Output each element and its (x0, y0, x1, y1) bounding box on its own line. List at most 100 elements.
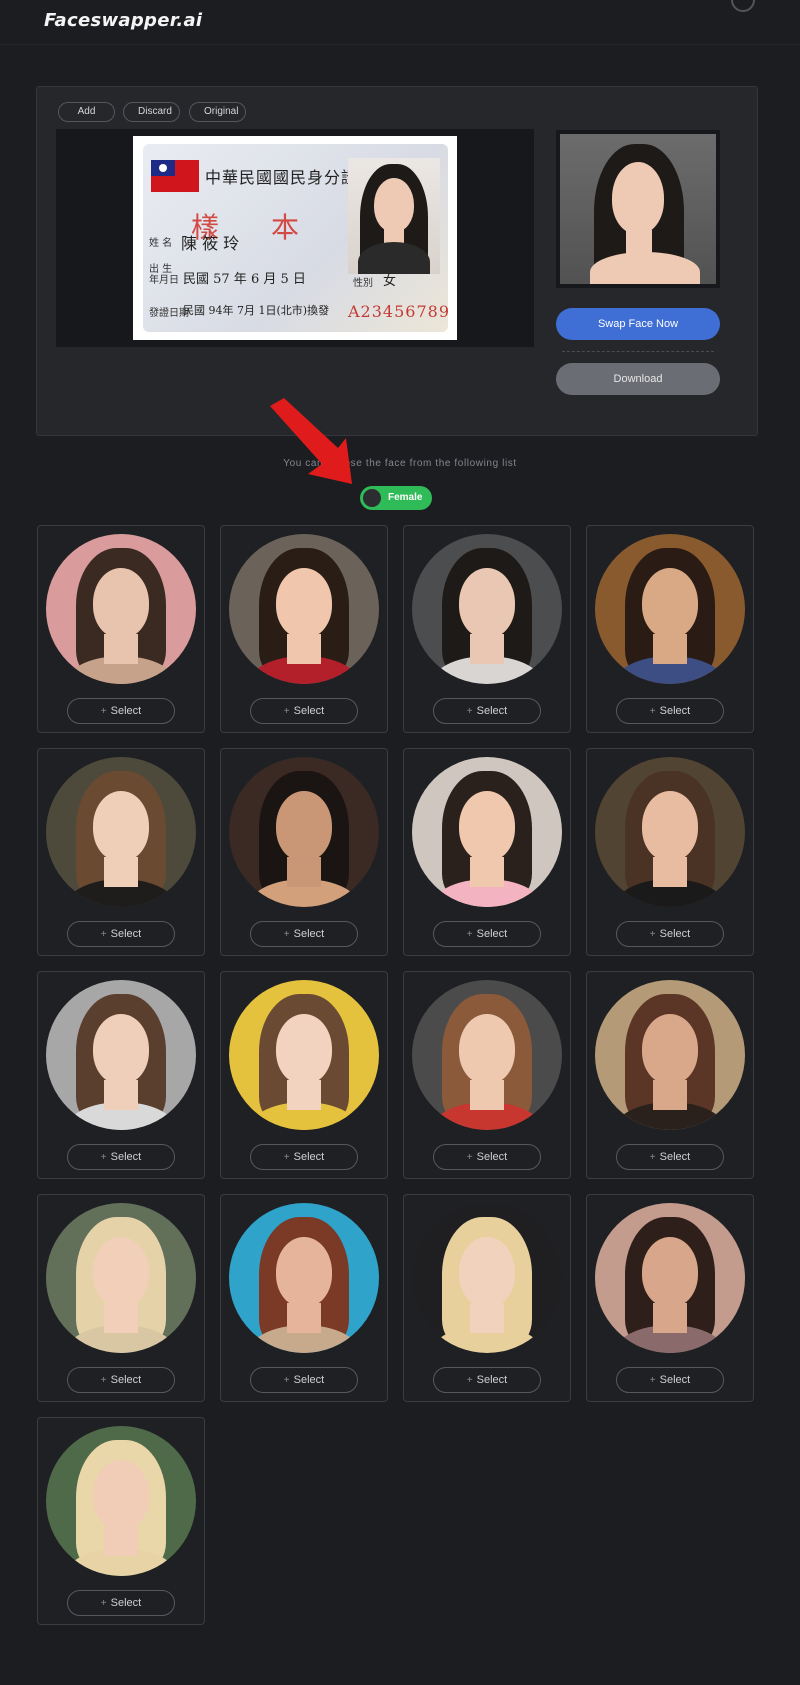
face-card: + Select (37, 525, 205, 733)
face-avatar[interactable] (46, 534, 196, 684)
plus-icon: + (649, 929, 656, 940)
site-logo[interactable]: Faceswapper.ai (44, 10, 202, 31)
select-face-button[interactable]: + Select (433, 698, 541, 724)
discard-button[interactable]: Discard (123, 102, 180, 122)
select-face-button[interactable]: + Select (67, 1144, 175, 1170)
face-avatar[interactable] (412, 757, 562, 907)
gender-toggle-label: Female (388, 492, 423, 503)
face-avatar[interactable] (46, 757, 196, 907)
face-avatar[interactable] (595, 534, 745, 684)
face-avatar[interactable] (229, 980, 379, 1130)
avatar-neck (104, 1526, 138, 1556)
issue-value: 民國 94年 7月 1日(北市)換發 (183, 304, 330, 317)
plus-icon: + (466, 1375, 473, 1386)
select-label: Select (110, 928, 142, 940)
select-face-button[interactable]: + Select (433, 1367, 541, 1393)
select-face-button[interactable]: + Select (433, 1144, 541, 1170)
avatar-face (459, 1014, 515, 1084)
avatar-neck (470, 634, 504, 664)
select-label: Select (659, 1151, 691, 1163)
avatar-face (93, 568, 149, 638)
select-face-button[interactable]: + Select (67, 1590, 175, 1616)
avatar-face (276, 1237, 332, 1307)
select-face-button[interactable]: + Select (67, 1367, 175, 1393)
select-face-button[interactable]: + Select (67, 921, 175, 947)
avatar-face (642, 1014, 698, 1084)
avatar-face (642, 1237, 698, 1307)
plus-icon: + (649, 1152, 656, 1163)
select-label: Select (110, 1151, 142, 1163)
select-face-button[interactable]: + Select (250, 1144, 358, 1170)
gender-toggle[interactable]: Female (360, 486, 432, 510)
face-avatar[interactable] (595, 1203, 745, 1353)
original-button[interactable]: Original (189, 102, 246, 122)
face-card: + Select (586, 1194, 754, 1402)
source-canvas[interactable]: 中華民國國民身分證 樣 本 姓 名 陳 筱 玲 出 生 年月日 民國 57 年 … (56, 129, 534, 347)
face-card: + Select (37, 1194, 205, 1402)
face-avatar[interactable] (46, 980, 196, 1130)
plus-icon: + (100, 706, 107, 717)
select-face-button[interactable]: + Select (250, 921, 358, 947)
account-icon[interactable] (731, 0, 755, 12)
id-number: A234567890 (348, 302, 448, 321)
avatar-neck (470, 1303, 504, 1333)
face-avatar[interactable] (595, 757, 745, 907)
birth-value: 民國 57 年 6 月 5 日 (183, 272, 306, 287)
avatar-neck (104, 634, 138, 664)
select-face-button[interactable]: + Select (616, 1144, 724, 1170)
select-face-button[interactable]: + Select (250, 698, 358, 724)
avatar-neck (653, 1080, 687, 1110)
flag-icon (151, 160, 199, 192)
download-button[interactable]: Download (556, 363, 720, 395)
avatar-neck (104, 1303, 138, 1333)
select-label: Select (659, 1374, 691, 1386)
add-button[interactable]: Add (58, 102, 115, 122)
select-face-button[interactable]: + Select (250, 1367, 358, 1393)
avatar-face (642, 791, 698, 861)
sex-label: 性別 (353, 278, 373, 289)
avatar-face (93, 791, 149, 861)
avatar-face (459, 1237, 515, 1307)
swap-face-button[interactable]: Swap Face Now (556, 308, 720, 340)
face-avatar[interactable] (229, 1203, 379, 1353)
select-label: Select (293, 1151, 325, 1163)
editor-panel: Add Discard Original 中華民國國民身分證 樣 本 姓 名 陳… (36, 86, 758, 436)
select-label: Select (293, 928, 325, 940)
red-arrow-icon (270, 398, 352, 484)
face-avatar[interactable] (46, 1203, 196, 1353)
stamp-right: 本 (271, 211, 300, 244)
avatar-face (642, 568, 698, 638)
toggle-knob (363, 489, 381, 507)
select-label: Select (476, 705, 508, 717)
birth-label: 出 生 年月日 (149, 264, 179, 286)
avatar-neck (287, 634, 321, 664)
select-face-button[interactable]: + Select (616, 1367, 724, 1393)
face-avatar[interactable] (229, 757, 379, 907)
select-label: Select (110, 705, 142, 717)
face-avatar[interactable] (412, 534, 562, 684)
plus-icon: + (466, 706, 473, 717)
top-bar: Faceswapper.ai (0, 0, 800, 45)
avatar-neck (653, 1303, 687, 1333)
face-avatar[interactable] (412, 980, 562, 1130)
avatar-face (459, 568, 515, 638)
face-avatar[interactable] (46, 1426, 196, 1576)
avatar-neck (104, 1080, 138, 1110)
plus-icon: + (100, 1375, 107, 1386)
face-card: + Select (37, 748, 205, 956)
avatar-face (93, 1237, 149, 1307)
plus-icon: + (100, 1598, 107, 1609)
name-label: 姓 名 (149, 238, 173, 249)
plus-icon: + (283, 929, 290, 940)
select-label: Select (476, 928, 508, 940)
select-face-button[interactable]: + Select (616, 921, 724, 947)
face-avatar[interactable] (412, 1203, 562, 1353)
plus-icon: + (649, 706, 656, 717)
face-avatar[interactable] (595, 980, 745, 1130)
select-face-button[interactable]: + Select (616, 698, 724, 724)
plus-icon: + (649, 1375, 656, 1386)
select-face-button[interactable]: + Select (67, 698, 175, 724)
select-face-button[interactable]: + Select (433, 921, 541, 947)
face-card: + Select (220, 1194, 388, 1402)
face-avatar[interactable] (229, 534, 379, 684)
